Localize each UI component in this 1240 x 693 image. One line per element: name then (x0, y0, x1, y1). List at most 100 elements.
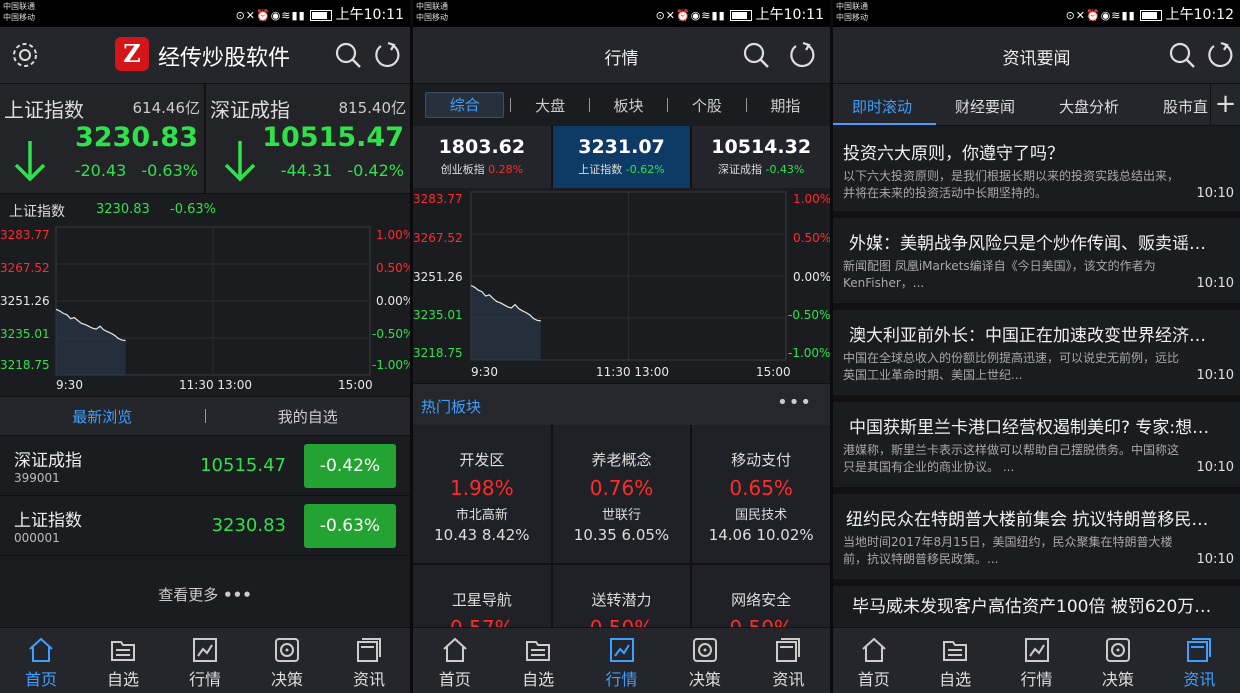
x-tick-label: 11:30 13:00 (179, 378, 252, 392)
tab-analysis[interactable]: 大盘分析 (1059, 96, 1119, 117)
tab-sector[interactable]: 板块 (590, 95, 667, 116)
y-tick-label: 3283.77 (0, 228, 50, 242)
lead-stock: 世联行 (601, 508, 641, 523)
news-time: 10:10 (1196, 552, 1234, 567)
news-item[interactable]: 澳大利亚前外长：中国正在加速改变世界经济… 中国在全球总收入的份额比例提高迅速，… (833, 310, 1240, 402)
refresh-icon[interactable] (787, 40, 817, 70)
nav-label: 自选 (106, 670, 139, 689)
tab-overview[interactable]: 综合 (425, 92, 505, 118)
home-screen: 中国联通 中国移动 ⊙✕⏰◉≋▮▮ 上午10:11 Z 经传炒股软件 上证指数 6… (0, 0, 410, 693)
market-chart-icon (609, 638, 634, 662)
index-card[interactable]: 深证成指 815.40亿 10515.47 -44.31 -0.42% (204, 84, 410, 193)
chart-index-value: 3230.83 (96, 202, 150, 217)
quote-name: 上证指数 (578, 163, 623, 176)
news-item[interactable]: 外媒：美朝战争风险只是个炒作传闻、贩卖谣… 新闻配图 凤凰iMarkets编译自… (833, 218, 1240, 310)
y2-tick-label: 0.00% (793, 270, 830, 284)
more-dots-icon[interactable]: ••• (777, 392, 812, 413)
nav-news[interactable]: 资讯 (328, 628, 410, 693)
tab-market-direct[interactable]: 股市直 (1163, 96, 1208, 117)
nav-watchlist[interactable]: 自选 (914, 628, 995, 693)
stock-price: 3230.83 (211, 515, 286, 536)
nav-label: 自选 (939, 670, 972, 689)
tab-watchlist[interactable]: 我的自选 (206, 406, 411, 427)
index-card[interactable]: 上证指数 614.46亿 3230.83 -20.43 -0.63% (0, 84, 204, 193)
status-right: ⊙✕⏰◉≋▮▮ 上午10:11 (236, 4, 404, 24)
tab-index[interactable]: 大盘 (511, 95, 588, 116)
search-icon[interactable] (333, 40, 363, 70)
clock: 上午10:11 (335, 7, 404, 23)
gear-icon[interactable] (10, 40, 40, 70)
price-area (471, 285, 541, 360)
nav-home[interactable]: 首页 (833, 628, 914, 693)
tab-recent[interactable]: 最新浏览 (0, 406, 205, 427)
tab-live[interactable]: 即时滚动 (852, 96, 912, 117)
quote-pct: 0.28% (488, 163, 524, 176)
nav-label: 自选 (522, 670, 555, 689)
intraday-chart[interactable]: 3283.77 3267.52 3251.26 3235.01 3218.75 … (413, 188, 830, 383)
change-badge[interactable]: -0.42% (304, 444, 396, 488)
refresh-icon[interactable] (1205, 40, 1235, 70)
quote-cell[interactable]: 3231.07 上证指数 -0.62% (550, 126, 691, 188)
x-tick-label: 15:00 (338, 378, 373, 392)
nav-market[interactable]: 行情 (580, 628, 663, 693)
sector-card[interactable]: 养老概念 0.76% 世联行 10.35 6.05% (552, 425, 691, 563)
nav-decision[interactable]: 决策 (663, 628, 746, 693)
y-tick-label: 3267.52 (413, 231, 463, 245)
list-item[interactable]: 深证成指 399001 10515.47 -0.42% (0, 436, 410, 496)
y2-tick-label: 0.50% (376, 261, 410, 275)
y2-tick-label: -1.00% (372, 358, 410, 372)
news-item[interactable]: 中国获斯里兰卡港口经营权遏制美印? 专家:想… 港媒称，斯里兰卡表示这样做可以帮… (833, 402, 1240, 494)
news-item[interactable]: 投资六大原则，你遵守了吗？ 以下六大投资原则，是我们根据长期以来的投资实践总结出… (833, 126, 1240, 218)
index-name: 深证成指 (210, 98, 290, 122)
sector-name: 网络安全 (731, 591, 792, 609)
news-time: 10:10 (1196, 460, 1234, 475)
carrier-name: 中国移动 (3, 13, 35, 22)
y2-tick-label: -1.00% (788, 346, 830, 360)
refresh-icon[interactable] (372, 40, 402, 70)
intraday-chart-svg (470, 191, 787, 361)
nav-watchlist[interactable]: 自选 (496, 628, 579, 693)
chart-header: 上证指数 3230.83 -0.63% (0, 194, 410, 226)
sector-card[interactable]: 开发区 1.98% 市北高新 10.43 8.42% (413, 425, 551, 563)
stock-code: 399001 (14, 471, 60, 485)
nav-decision[interactable]: 决策 (1077, 628, 1158, 693)
sector-card[interactable]: 移动支付 0.65% 国民技术 14.06 10.02% (692, 425, 830, 563)
x-tick-label: 11:30 13:00 (596, 365, 669, 379)
nav-market[interactable]: 行情 (164, 628, 246, 693)
quote-cell[interactable]: 1803.62 创业板指 0.28% (413, 126, 551, 188)
quote-cell[interactable]: 10514.32 深证成指 -0.43% (690, 126, 830, 188)
home-icon (29, 637, 53, 662)
search-icon[interactable] (741, 40, 771, 70)
see-more-link[interactable]: 查看更多 ••• (0, 584, 410, 605)
search-icon[interactable] (1167, 40, 1197, 70)
news-summary: 港媒称，斯里兰卡表示这样做可以帮助自己摆脱债务。中国称这只是其国有企业的商业协议… (843, 443, 1180, 474)
list-item[interactable]: 上证指数 000001 3230.83 -0.63% (0, 496, 410, 556)
index-name: 上证指数 (4, 98, 84, 122)
nav-market[interactable]: 行情 (996, 628, 1077, 693)
watch-tabs: 最新浏览 我的自选 (0, 396, 410, 436)
nav-news[interactable]: 资讯 (747, 628, 830, 693)
sector-name: 移动支付 (731, 451, 792, 469)
news-item[interactable]: 纽约民众在特朗普大楼前集会 抗议特朗普移民… 当地时间2017年8月15日，美国… (833, 494, 1240, 586)
news-icon (357, 638, 381, 662)
x-tick-label: 9:30 (471, 365, 498, 379)
news-screen: 中国联通 中国移动 ⊙✕⏰◉≋▮▮ 上午10:12 资讯要闻 即时滚动 财经要闻 … (833, 0, 1240, 693)
y2-tick-label: -0.50% (788, 308, 830, 322)
add-tab-icon[interactable]: + (1210, 84, 1240, 125)
nav-home[interactable]: 首页 (0, 628, 82, 693)
section-title: 热门板块 (421, 398, 482, 416)
lead-stock-pct: 8.42% (481, 526, 530, 544)
nav-news[interactable]: 资讯 (1159, 628, 1240, 693)
tab-finance[interactable]: 财经要闻 (955, 96, 1015, 117)
market-screen: 中国联通 中国移动 ⊙✕⏰◉≋▮▮ 上午10:11 行情 综合 大盘 板块 个股 … (413, 0, 830, 693)
intraday-chart[interactable]: 3283.77 3267.52 3251.26 3235.01 3218.75 … (0, 226, 410, 396)
change-badge[interactable]: -0.63% (304, 504, 396, 548)
tab-futures[interactable]: 期指 (747, 95, 824, 116)
nav-label: 行情 (1020, 670, 1053, 689)
nav-decision[interactable]: 决策 (246, 628, 328, 693)
nav-home[interactable]: 首页 (413, 628, 496, 693)
nav-watchlist[interactable]: 自选 (82, 628, 164, 693)
status-icons: ⊙✕⏰◉≋▮▮ (655, 9, 726, 22)
tab-stocks[interactable]: 个股 (668, 95, 745, 116)
home-icon (862, 637, 886, 662)
